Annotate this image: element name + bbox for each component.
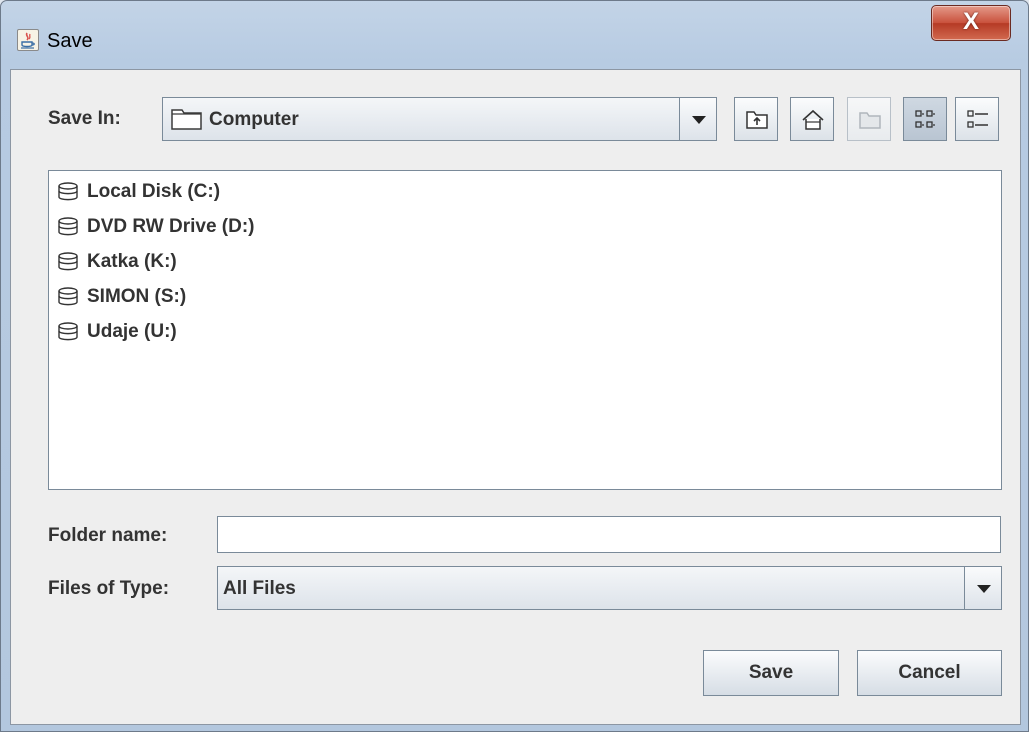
home-button[interactable] — [790, 97, 834, 141]
file-name: Katka (K:) — [87, 251, 177, 272]
cancel-button[interactable]: Cancel — [857, 650, 1002, 696]
file-name: DVD RW Drive (D:) — [87, 216, 255, 237]
save-in-label: Save In: — [48, 108, 121, 129]
details-view-icon — [967, 110, 988, 128]
drive-icon — [58, 182, 78, 201]
file-name: Local Disk (C:) — [87, 181, 221, 202]
files-of-type-combo[interactable]: All Files — [217, 566, 1002, 610]
files-of-type-value: All Files — [223, 578, 296, 599]
drive-icon — [58, 252, 78, 271]
drive-icon — [58, 287, 78, 306]
list-view-button[interactable] — [903, 97, 947, 141]
save-in-value: Computer — [209, 109, 299, 130]
drive-icon — [58, 217, 78, 236]
window-title: Save — [47, 30, 93, 52]
drive-icon — [58, 322, 78, 341]
save-in-combo[interactable]: Computer — [162, 97, 717, 141]
file-list[interactable]: Local Disk (C:) DVD RW Drive (D:) Katka … — [48, 170, 1002, 490]
list-view-icon — [915, 110, 935, 128]
new-folder-button[interactable] — [847, 97, 891, 141]
folder-name-input[interactable] — [217, 516, 1001, 553]
folder-name-label: Folder name: — [48, 525, 168, 546]
file-name: Udaje (U:) — [87, 321, 177, 342]
new-folder-icon — [859, 112, 881, 129]
up-one-level-button[interactable] — [734, 97, 778, 141]
close-button[interactable]: X — [931, 5, 1011, 41]
file-name: SIMON (S:) — [87, 286, 187, 307]
files-of-type-label: Files of Type: — [48, 578, 170, 599]
folder-icon — [171, 109, 202, 130]
title-bar: Save X — [1, 1, 1028, 69]
chevron-down-icon[interactable] — [679, 97, 717, 141]
home-icon — [802, 109, 824, 130]
java-app-icon — [17, 29, 39, 51]
save-dialog: Save X Save In: Computer Local Disk (C:)… — [0, 0, 1029, 732]
up-one-level-icon — [746, 111, 768, 129]
close-icon: X — [962, 8, 979, 35]
save-button[interactable]: Save — [703, 650, 839, 696]
chevron-down-icon[interactable] — [964, 566, 1002, 610]
dialog-content: Save In: Computer Local Disk (C:) DVD RW… — [10, 69, 1021, 725]
details-view-button[interactable] — [955, 97, 999, 141]
